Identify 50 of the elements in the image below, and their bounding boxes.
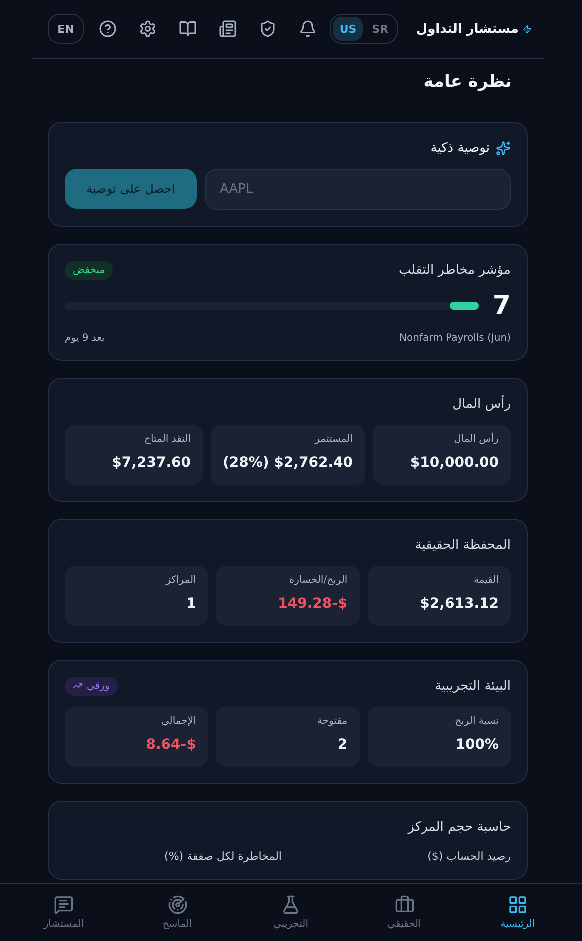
risk-badge: منخفض (65, 260, 114, 280)
event-name: Nonfarm Payrolls (Jun) (400, 333, 511, 344)
stat-value: $10,000.00 (409, 455, 499, 471)
radar-icon (168, 895, 188, 915)
nav-tab[interactable]: المستشار (24, 884, 104, 941)
card-title: توصية ذكية (430, 140, 490, 156)
event-countdown: بعد 9 يوم (65, 333, 105, 344)
stat-label: المراكز (164, 575, 196, 586)
market-option[interactable]: SR (365, 17, 396, 41)
stat-value: $7,237.60 (111, 455, 191, 471)
get-recommendation-button[interactable]: احصل على توصية (65, 169, 197, 209)
stat-value: 100% (454, 737, 499, 753)
card-title: المحفظة الحقيقية (415, 538, 511, 552)
nav-tab[interactable]: الرئيسية (478, 884, 558, 941)
nav-tab[interactable]: التجريبي (251, 884, 331, 941)
stat-label: الإجمالي (160, 716, 196, 727)
card-title: البيئة التجريبية (435, 678, 511, 694)
stat-label: رأس المال (453, 434, 499, 445)
bolt-icon (523, 24, 532, 34)
ticker-field[interactable]: AAPL (205, 169, 511, 210)
card-title: حاسبة حجم المركز (408, 820, 511, 834)
field-label: المخاطرة لكل صفقة (%) (164, 850, 282, 863)
stat-value: $2,613.12 (419, 596, 499, 612)
briefcase-icon (394, 895, 414, 915)
stat-label: القيمة (472, 575, 499, 586)
page-title: نظرة عامة (422, 71, 513, 94)
grid-icon (508, 895, 528, 915)
card-title: مؤشر مخاطر التقلب (399, 262, 511, 278)
field-label: رصيد الحساب ($) (426, 850, 511, 863)
stat-label: نسبة الربح (454, 716, 499, 727)
language-button[interactable]: EN (48, 14, 84, 44)
stat-label: الربح/الخسارة (288, 575, 348, 586)
app-title: مستشار التداول (416, 22, 519, 36)
stat-value: 2 (336, 737, 348, 753)
risk-value: 7 (492, 291, 511, 321)
stat-label: النقد المتاح (144, 434, 191, 445)
stat-label: المستثمر (314, 434, 354, 445)
stat-value: 1 (186, 596, 196, 612)
flask-icon (281, 895, 301, 915)
paper-badge: ورقي (65, 676, 118, 696)
market-option[interactable]: US (333, 17, 364, 41)
nav-tab[interactable]: الماسح (138, 884, 218, 941)
chat-icon (54, 895, 74, 915)
stat-value: (28%) $2,762.40 (223, 455, 354, 471)
stat-value: 149.28-$ (277, 596, 348, 612)
stat-value: 8.64-$ (145, 737, 196, 753)
stat-label: مفتوحة (316, 716, 348, 727)
sparkle-icon (496, 140, 511, 156)
nav-tab[interactable]: الحقيقي (364, 884, 444, 941)
card-title: رأس المال (452, 396, 511, 412)
